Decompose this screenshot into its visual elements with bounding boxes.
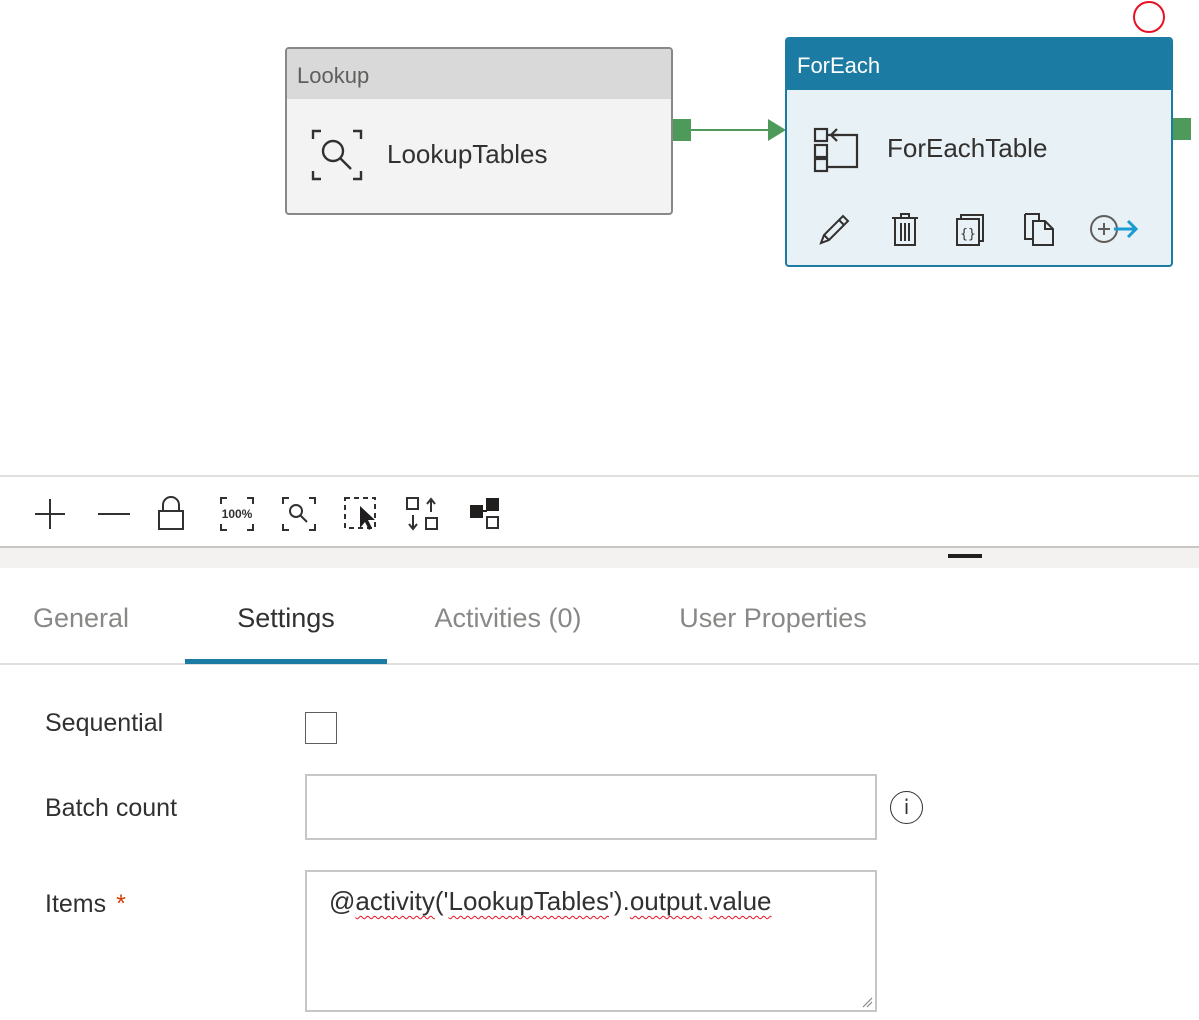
resize-grip-icon[interactable] bbox=[861, 996, 873, 1008]
add-activity-icon[interactable] bbox=[1087, 209, 1141, 249]
delete-icon[interactable] bbox=[885, 209, 925, 249]
zoom-to-fit-icon[interactable] bbox=[280, 495, 318, 533]
activity-type-label: Lookup bbox=[287, 49, 671, 99]
layout-icon[interactable] bbox=[466, 495, 504, 533]
tab-general[interactable]: General bbox=[0, 568, 162, 665]
foreach-icon bbox=[813, 127, 859, 173]
expression-prefix: @ bbox=[329, 886, 356, 916]
zoom-100-icon[interactable]: 100% bbox=[218, 495, 256, 533]
pipeline-canvas[interactable]: Lookup LookupTables ForEach ForEachTable… bbox=[0, 0, 1199, 475]
items-label: Items * bbox=[45, 890, 126, 919]
items-label-text: Items bbox=[45, 890, 107, 918]
auto-align-icon[interactable] bbox=[404, 495, 442, 533]
activity-name: ForEachTable bbox=[887, 133, 1048, 163]
expression-open: (' bbox=[434, 886, 449, 916]
activity-actions: {} bbox=[787, 209, 1171, 253]
foreach-activity-node[interactable]: ForEach ForEachTable {} bbox=[785, 37, 1173, 267]
expression-property-output: output bbox=[629, 886, 703, 916]
items-expression-input[interactable]: @activity('LookupTables').output.value bbox=[305, 870, 877, 1012]
expression-close: '). bbox=[608, 886, 630, 916]
edit-icon[interactable] bbox=[815, 209, 855, 249]
sequential-checkbox[interactable] bbox=[305, 712, 337, 744]
batch-count-label: Batch count bbox=[45, 794, 178, 822]
expression-property-value: value bbox=[709, 886, 772, 916]
canvas-toolbar: 100% bbox=[0, 475, 1199, 548]
active-tab-indicator bbox=[185, 659, 387, 664]
required-marker: * bbox=[116, 890, 126, 918]
lookup-icon bbox=[311, 129, 363, 181]
dependency-connector[interactable] bbox=[690, 115, 790, 145]
sequential-label: Sequential bbox=[45, 709, 164, 737]
tab-activities[interactable]: Activities (0) bbox=[410, 568, 606, 665]
tab-settings[interactable]: Settings bbox=[185, 568, 387, 665]
lock-icon[interactable] bbox=[152, 495, 190, 533]
panel-splitter bbox=[0, 548, 1199, 568]
expression-function: activity bbox=[355, 886, 435, 916]
info-icon[interactable]: i bbox=[890, 791, 923, 824]
expression-argument: LookupTables bbox=[448, 886, 609, 916]
lookup-activity-node[interactable]: Lookup LookupTables bbox=[285, 47, 673, 215]
svg-text:100%: 100% bbox=[222, 507, 253, 521]
activity-name: LookupTables bbox=[387, 139, 548, 169]
properties-tabs: General Settings Activities (0) User Pro… bbox=[0, 568, 1199, 665]
select-icon[interactable] bbox=[342, 495, 380, 533]
success-output-port[interactable] bbox=[673, 119, 691, 141]
activity-type-label: ForEach bbox=[787, 39, 1171, 90]
svg-text:{}: {} bbox=[960, 227, 976, 242]
zoom-in-icon[interactable] bbox=[31, 495, 69, 533]
resize-handle[interactable] bbox=[948, 554, 982, 558]
tab-user-properties[interactable]: User Properties bbox=[654, 568, 892, 665]
error-indicator-icon bbox=[1133, 1, 1165, 33]
batch-count-input[interactable] bbox=[305, 774, 877, 840]
zoom-out-icon[interactable] bbox=[94, 495, 132, 533]
code-icon[interactable]: {} bbox=[951, 209, 991, 249]
copy-icon[interactable] bbox=[1019, 209, 1059, 249]
success-output-port[interactable] bbox=[1173, 118, 1191, 140]
